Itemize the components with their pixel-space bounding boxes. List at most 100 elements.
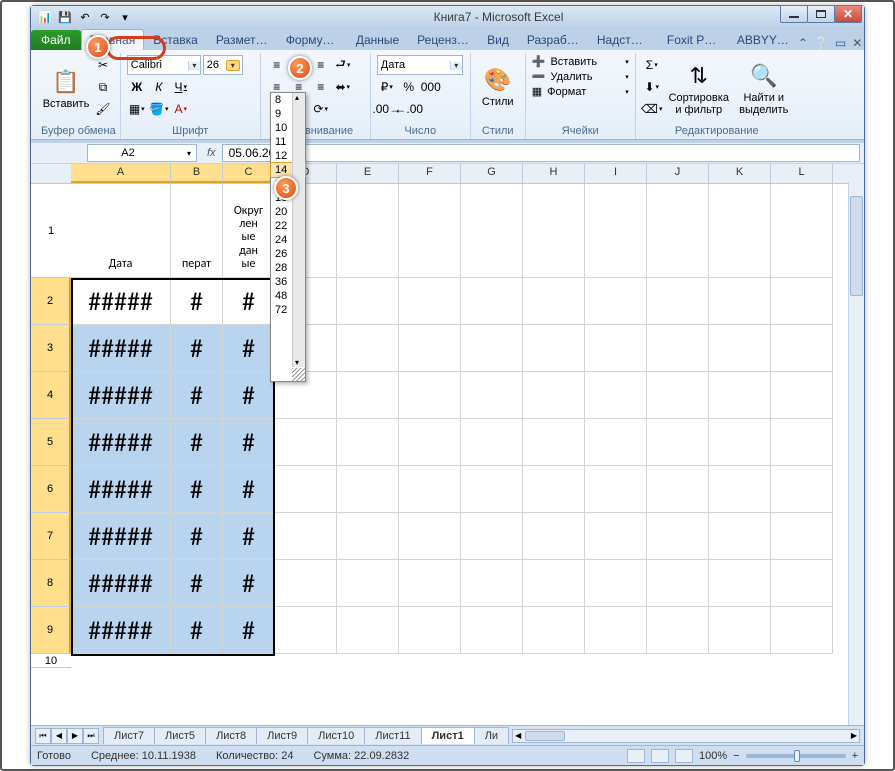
sheet-nav-last-icon[interactable]: ⏭ <box>83 728 99 744</box>
cell[interactable]: # <box>223 607 275 654</box>
sheet-tab[interactable]: Лист10 <box>307 727 365 744</box>
cell[interactable] <box>709 278 771 325</box>
cell[interactable] <box>709 560 771 607</box>
percent-button[interactable]: % <box>399 77 419 97</box>
cell[interactable] <box>337 513 399 560</box>
cell[interactable] <box>399 184 461 278</box>
font-size-combo[interactable]: ▾ <box>203 55 243 75</box>
cell[interactable]: # <box>223 419 275 466</box>
cell[interactable] <box>275 560 337 607</box>
window-maximize-button[interactable] <box>807 5 835 23</box>
cell[interactable] <box>461 607 523 654</box>
cell[interactable] <box>647 466 709 513</box>
border-button[interactable]: ▦ <box>127 99 147 119</box>
cell[interactable] <box>461 278 523 325</box>
cell[interactable]: # <box>223 560 275 607</box>
cell[interactable]: # <box>171 513 223 560</box>
formula-input[interactable]: 05.06.2016 <box>222 144 860 162</box>
comma-button[interactable]: 000 <box>421 77 441 97</box>
align-right-icon[interactable]: ≡ <box>311 77 331 97</box>
workbook-min-icon[interactable]: ▭ <box>835 36 846 50</box>
wrap-text-button[interactable]: ⮐ <box>333 55 353 75</box>
cell[interactable] <box>337 325 399 372</box>
cell[interactable] <box>771 419 833 466</box>
column-header[interactable]: E <box>337 164 399 183</box>
cell[interactable]: # <box>171 372 223 419</box>
row-header[interactable]: 9 <box>31 607 71 654</box>
cell[interactable] <box>399 325 461 372</box>
cell[interactable]: # <box>171 560 223 607</box>
cell[interactable] <box>523 419 585 466</box>
select-all-corner[interactable] <box>31 164 71 184</box>
fill-icon[interactable]: ⬇ <box>642 77 662 97</box>
column-header[interactable]: F <box>399 164 461 183</box>
sheet-tab[interactable]: Лист8 <box>205 727 257 744</box>
cell[interactable] <box>523 607 585 654</box>
cell[interactable] <box>647 372 709 419</box>
cell[interactable]: ##### <box>71 278 171 325</box>
italic-button[interactable]: К <box>149 77 169 97</box>
font-name-combo[interactable]: ▾ <box>127 55 201 75</box>
ribbon-minimize-icon[interactable]: ⌃ <box>798 36 808 50</box>
paste-button[interactable]: 📋 Вставить <box>43 55 89 121</box>
cell[interactable] <box>523 325 585 372</box>
qat-save-icon[interactable]: 💾 <box>57 9 73 25</box>
cell[interactable] <box>585 325 647 372</box>
column-header[interactable]: J <box>647 164 709 183</box>
ribbon-tab-формулы[interactable]: Формулы <box>277 29 347 50</box>
cell[interactable]: Округ лен ые дан ые <box>223 184 275 278</box>
cell[interactable] <box>399 560 461 607</box>
sheet-tab[interactable]: Ли <box>474 727 509 744</box>
cell[interactable] <box>337 278 399 325</box>
dropdown-scrollbar[interactable] <box>292 93 305 367</box>
cell[interactable]: # <box>171 466 223 513</box>
cell[interactable] <box>461 560 523 607</box>
sheet-tab[interactable]: Лист1 <box>421 727 475 744</box>
cell[interactable] <box>523 560 585 607</box>
column-header[interactable]: A <box>71 164 171 183</box>
ribbon-tab-foxit pdf[interactable]: Foxit PDF <box>658 29 728 50</box>
column-header[interactable]: G <box>461 164 523 183</box>
styles-button[interactable]: 🎨 Стили <box>475 53 521 119</box>
cell[interactable] <box>399 513 461 560</box>
cell[interactable] <box>585 419 647 466</box>
cell[interactable]: ##### <box>71 466 171 513</box>
cell[interactable] <box>647 607 709 654</box>
cell[interactable] <box>523 466 585 513</box>
cell[interactable] <box>585 184 647 278</box>
format-painter-icon[interactable]: 🖌 <box>93 99 113 119</box>
ribbon-tab-данные[interactable]: Данные <box>347 29 408 50</box>
cell[interactable] <box>399 466 461 513</box>
sheet-nav-prev-icon[interactable]: ◀ <box>51 728 67 744</box>
qat-redo-icon[interactable]: ↷ <box>97 9 113 25</box>
cell[interactable] <box>337 184 399 278</box>
font-size-dropdown-list[interactable]: 891011121416182022242628364872 <box>270 92 306 382</box>
cell[interactable]: ##### <box>71 560 171 607</box>
view-normal-icon[interactable] <box>627 749 645 763</box>
cell[interactable] <box>275 419 337 466</box>
underline-button[interactable]: Ч <box>171 77 191 97</box>
autosum-icon[interactable]: Σ <box>642 55 662 75</box>
cell[interactable] <box>461 466 523 513</box>
cell[interactable] <box>647 184 709 278</box>
sheet-tab[interactable]: Лист9 <box>256 727 308 744</box>
merge-button[interactable]: ⬌ <box>333 77 353 97</box>
cell[interactable] <box>461 325 523 372</box>
font-size-input[interactable] <box>204 59 226 71</box>
ribbon-tab-вид[interactable]: Вид <box>478 29 518 50</box>
zoom-level[interactable]: 100% <box>699 750 727 762</box>
horizontal-scrollbar[interactable]: ◀▶ <box>512 729 860 743</box>
cell[interactable]: ##### <box>71 372 171 419</box>
cell[interactable] <box>275 466 337 513</box>
dropdown-resize-handle[interactable] <box>292 368 305 381</box>
cell[interactable] <box>771 513 833 560</box>
cell[interactable]: # <box>171 607 223 654</box>
zoom-slider[interactable] <box>746 754 846 758</box>
cell[interactable] <box>709 325 771 372</box>
cell[interactable] <box>461 513 523 560</box>
cell[interactable] <box>709 607 771 654</box>
ribbon-tab-надстрой[interactable]: Надстрой <box>588 29 658 50</box>
orientation-icon[interactable]: ⟳ <box>311 99 331 119</box>
column-header[interactable]: C <box>223 164 275 183</box>
cell[interactable] <box>647 278 709 325</box>
